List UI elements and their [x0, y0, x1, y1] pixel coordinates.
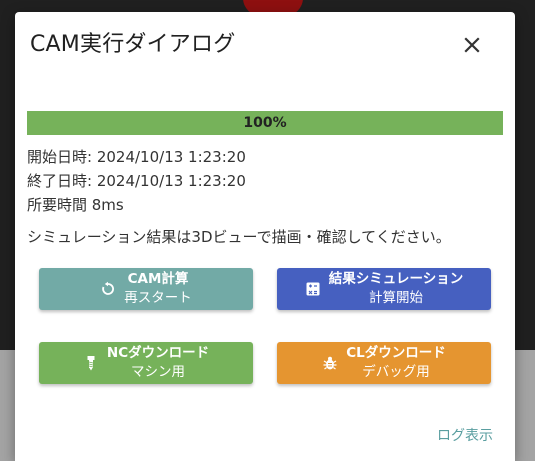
- button-label-line2: マシン用: [131, 364, 185, 380]
- button-label-line1: CAM計算: [127, 271, 189, 287]
- restart-icon: [102, 281, 115, 295]
- nc-download-button[interactable]: NCダウンロード マシン用: [39, 342, 253, 384]
- cam-dialog: CAM実行ダイアログ 100% 開始日時: 2024/10/13 1:23:20…: [15, 12, 515, 461]
- progress-bar: 100%: [27, 111, 503, 135]
- restart-cam-button[interactable]: CAM計算 再スタート: [39, 268, 253, 310]
- bug-icon: [323, 356, 337, 370]
- end-time: 終了日時: 2024/10/13 1:23:20: [27, 172, 246, 190]
- start-time: 開始日時: 2024/10/13 1:23:20: [27, 148, 246, 166]
- button-label-line1: CLダウンロード: [346, 345, 446, 361]
- button-label-line2: 計算開始: [369, 290, 423, 306]
- info-message: シミュレーション結果は3Dビューで描画・確認してください。: [27, 228, 451, 246]
- tool-icon: [87, 356, 95, 371]
- close-icon[interactable]: [461, 34, 483, 56]
- dialog-title: CAM実行ダイアログ: [30, 32, 236, 57]
- button-label-line2: 再スタート: [124, 290, 192, 306]
- button-label-line1: 結果シミュレーション: [328, 271, 464, 287]
- calculator-icon: [306, 282, 320, 296]
- button-label-line2: デバッグ用: [362, 364, 430, 380]
- show-log-link[interactable]: ログ表示: [437, 425, 493, 445]
- cl-download-button[interactable]: CLダウンロード デバッグ用: [277, 342, 491, 384]
- progress-label: 100%: [243, 115, 287, 131]
- duration: 所要時間 8ms: [27, 196, 124, 214]
- button-label-line1: NCダウンロード: [106, 345, 210, 361]
- simulation-start-button[interactable]: 結果シミュレーション 計算開始: [277, 268, 491, 310]
